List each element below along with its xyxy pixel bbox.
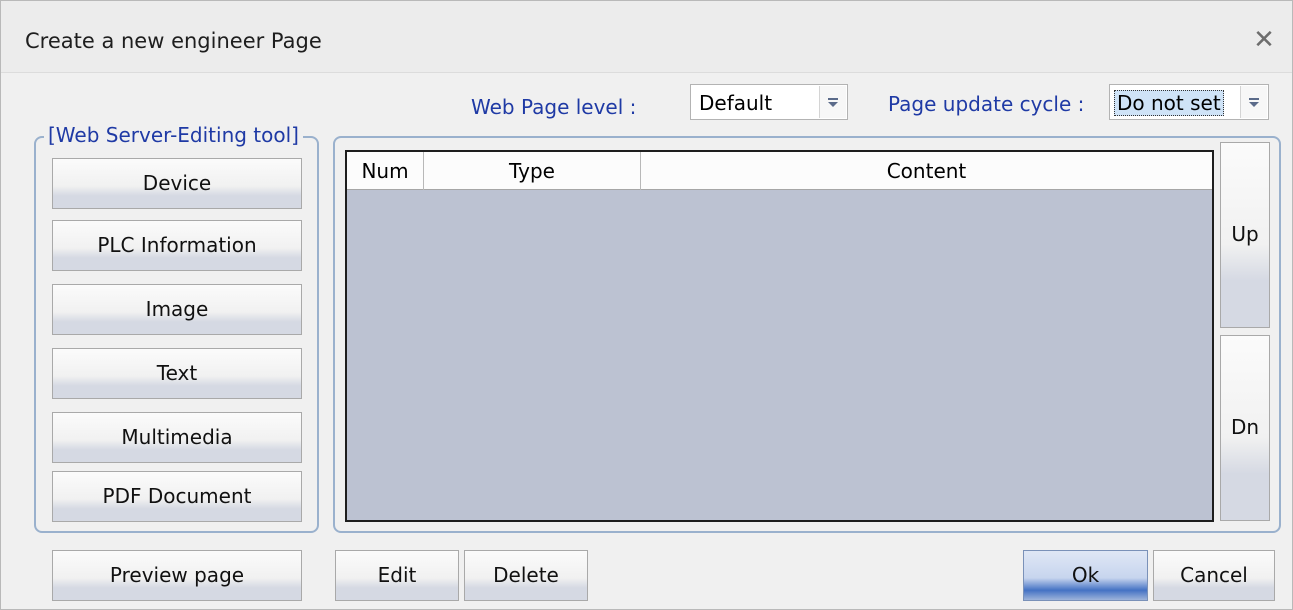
- web-page-level-label: Web Page level :: [471, 95, 637, 119]
- page-update-cycle-value: Do not set: [1114, 90, 1224, 116]
- page-update-cycle-select[interactable]: Do not set: [1109, 84, 1269, 120]
- close-icon[interactable]: ✕: [1251, 27, 1277, 54]
- move-up-button[interactable]: Up: [1220, 142, 1270, 328]
- title-bar[interactable]: Create a new engineer Page ✕: [1, 1, 1292, 73]
- device-button[interactable]: Device: [52, 158, 302, 209]
- content-table[interactable]: Num Type Content: [345, 150, 1214, 522]
- editing-tool-legend: [Web Server-Editing tool]: [44, 123, 303, 147]
- preview-page-button[interactable]: Preview page: [52, 550, 302, 601]
- image-button[interactable]: Image: [52, 284, 302, 335]
- cancel-button[interactable]: Cancel: [1153, 550, 1275, 601]
- move-down-button[interactable]: Dn: [1220, 335, 1270, 521]
- delete-button[interactable]: Delete: [464, 550, 588, 601]
- plc-information-button[interactable]: PLC Information: [52, 220, 302, 271]
- column-header-type[interactable]: Type: [424, 152, 641, 190]
- pdf-document-button[interactable]: PDF Document: [52, 471, 302, 522]
- edit-button[interactable]: Edit: [335, 550, 459, 601]
- web-page-level-value: Default: [699, 91, 773, 115]
- web-page-level-select[interactable]: Default: [690, 84, 848, 120]
- ok-button[interactable]: Ok: [1023, 550, 1148, 601]
- text-button[interactable]: Text: [52, 348, 302, 399]
- dialog-window: Create a new engineer Page ✕ Web Page le…: [0, 0, 1293, 610]
- dropdown-arrow-icon[interactable]: [819, 86, 846, 118]
- table-header: Num Type Content: [347, 152, 1212, 190]
- column-header-content[interactable]: Content: [641, 152, 1212, 190]
- page-update-cycle-label: Page update cycle :: [888, 92, 1085, 116]
- dropdown-arrow-icon[interactable]: [1240, 86, 1267, 118]
- window-title: Create a new engineer Page: [25, 29, 322, 53]
- multimedia-button[interactable]: Multimedia: [52, 412, 302, 463]
- column-header-num[interactable]: Num: [347, 152, 424, 190]
